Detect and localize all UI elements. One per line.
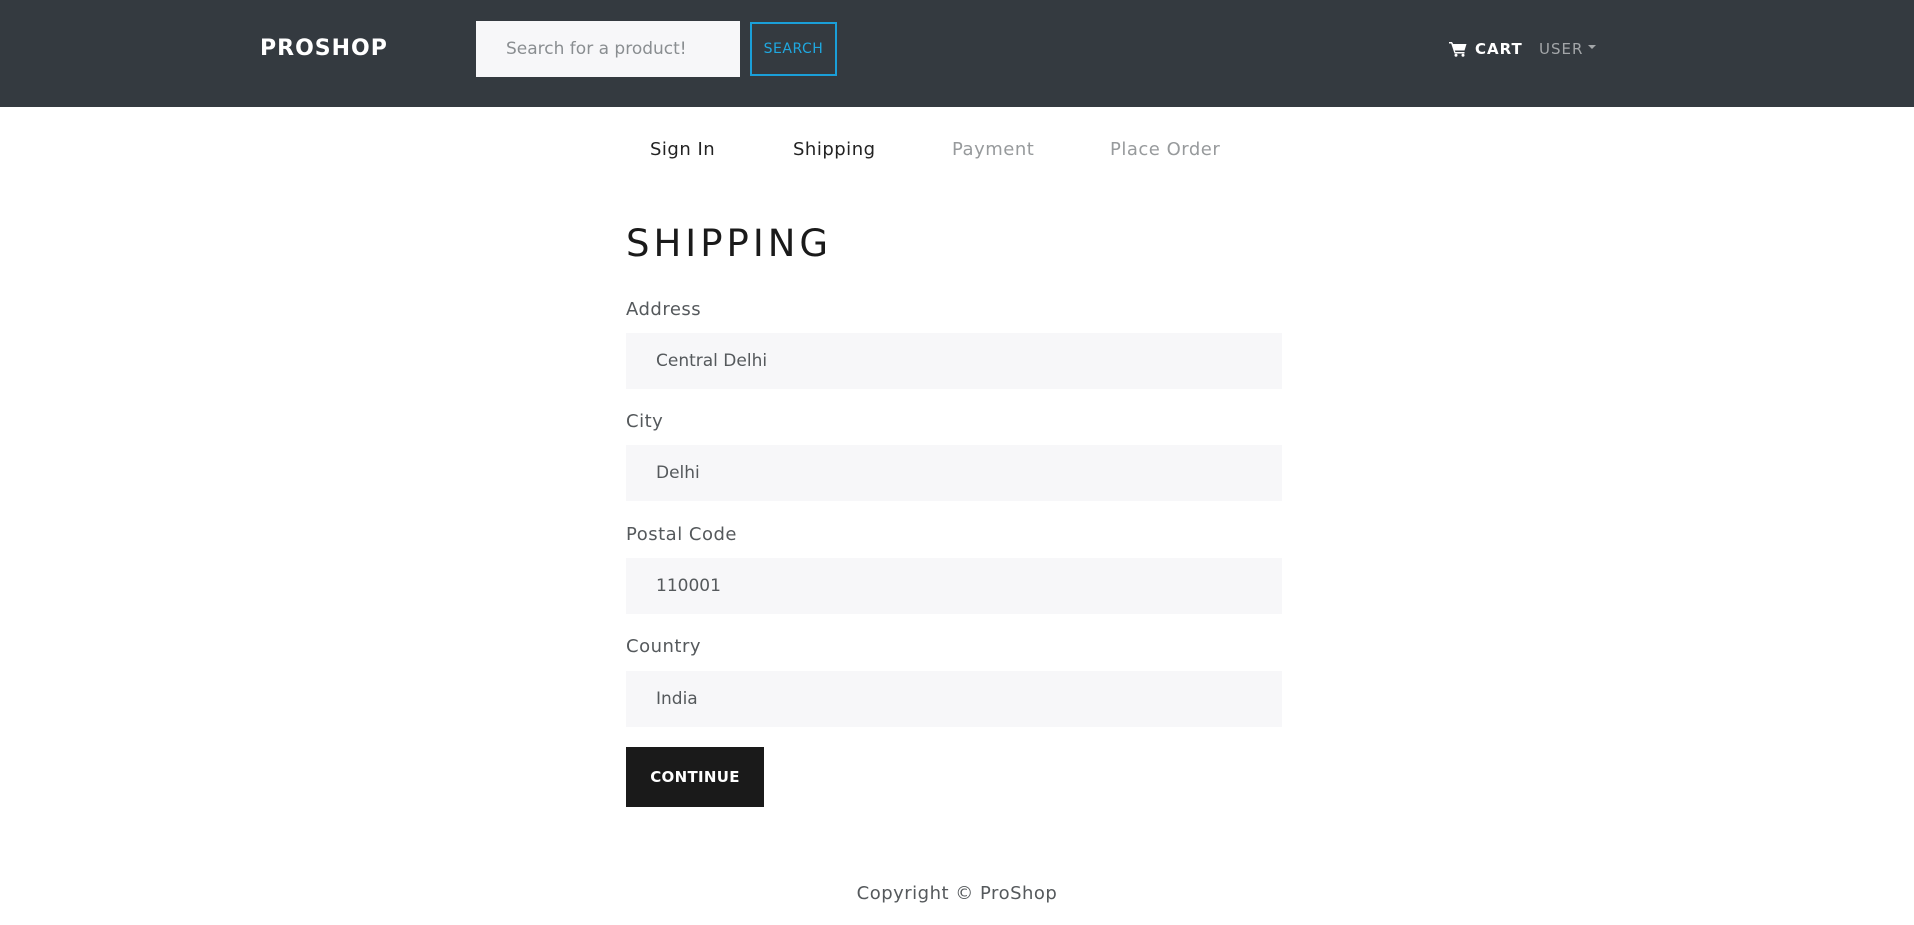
country-label: Country — [626, 636, 702, 657]
navbar: PROSHOP SEARCH CART USER — [0, 0, 1914, 107]
city-label: City — [626, 411, 664, 432]
step-place-order: Place Order — [1110, 139, 1221, 160]
cart-link[interactable]: CART — [1449, 36, 1523, 62]
step-payment: Payment — [952, 139, 1035, 160]
user-dropdown[interactable]: USER — [1539, 36, 1597, 62]
footer-copyright: Copyright © ProShop — [856, 883, 1058, 904]
postal-code-field[interactable] — [626, 558, 1282, 614]
address-label: Address — [626, 299, 702, 320]
checkout-steps: Sign In Shipping Payment Place Order — [0, 136, 1914, 166]
postal-code-label: Postal Code — [626, 524, 737, 545]
brand-logo[interactable]: PROSHOP — [260, 34, 388, 64]
continue-button[interactable]: CONTINUE — [626, 747, 764, 807]
cart-icon — [1449, 42, 1467, 57]
user-label: USER — [1539, 40, 1584, 58]
search-input[interactable] — [476, 21, 740, 77]
address-field[interactable] — [626, 333, 1282, 389]
search-button[interactable]: SEARCH — [750, 22, 837, 76]
cart-label: CART — [1475, 40, 1523, 58]
city-field[interactable] — [626, 445, 1282, 501]
step-sign-in[interactable]: Sign In — [650, 136, 715, 164]
country-field[interactable] — [626, 671, 1282, 727]
page-title: SHIPPING — [626, 222, 833, 265]
step-shipping[interactable]: Shipping — [793, 136, 876, 164]
caret-down-icon — [1588, 45, 1597, 49]
